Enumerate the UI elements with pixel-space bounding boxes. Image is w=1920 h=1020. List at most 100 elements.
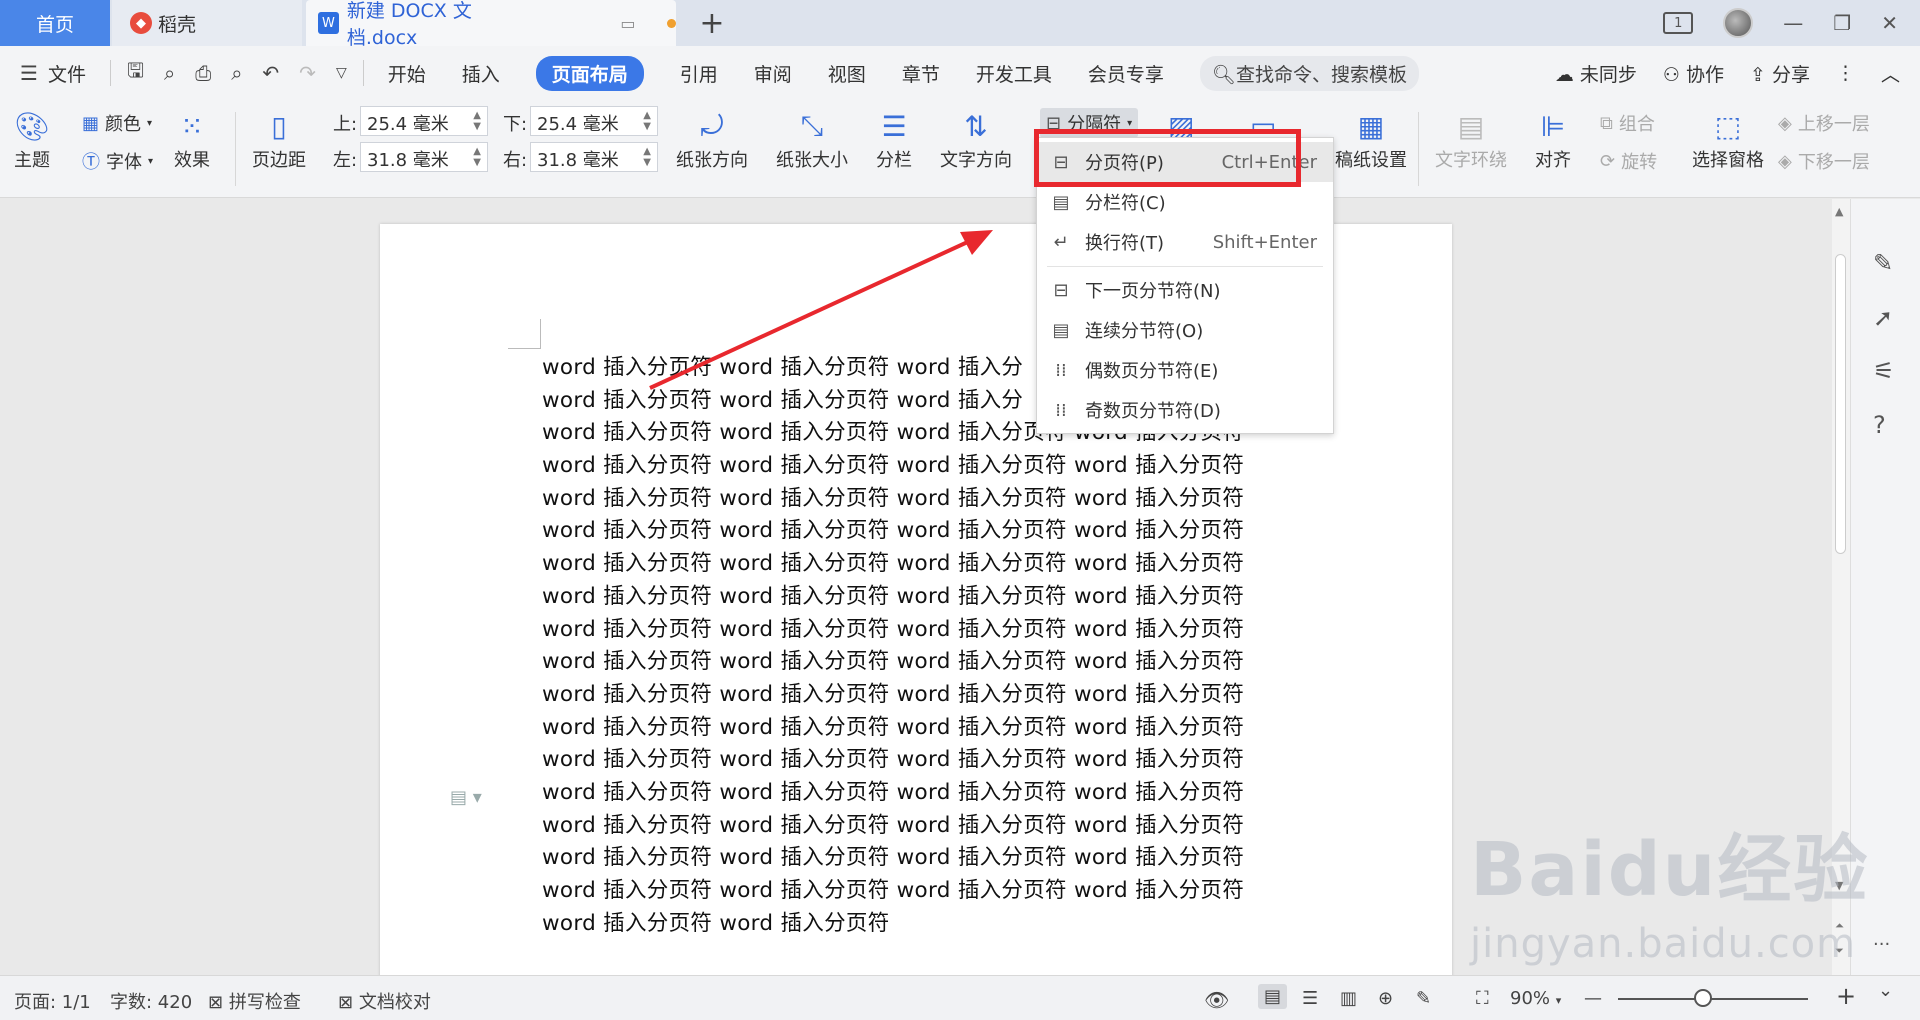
menu-references[interactable]: 引用 [680,60,718,87]
window-count-badge[interactable]: 1 [1663,12,1694,34]
print-preview-icon[interactable]: ⌕ [231,61,242,85]
reading-view-icon[interactable]: ▥ [1340,988,1357,1009]
text-line[interactable]: word 插入分页符 word 插入分页符 word 插入分页符 word 插入… [542,679,1322,712]
save-icon[interactable]: 🖫 [127,56,144,90]
zoom-slider-knob[interactable] [1694,989,1712,1007]
group-button[interactable]: ⧉ 组合 [1600,110,1655,136]
continuous-section-item[interactable]: ▤ 连续分节符(O) [1037,310,1333,350]
close-button[interactable]: ✕ [1881,11,1898,35]
send-backward-button[interactable]: ◈ 下移一层 [1778,148,1870,174]
outline-view-icon[interactable]: ☰ [1302,988,1318,1009]
settings-sliders-icon[interactable]: ⚟ [1873,357,1895,385]
spinner-icon[interactable]: ▲ ▼ [473,110,481,132]
menu-section[interactable]: 章节 [902,60,940,87]
text-line[interactable]: word 插入分页符 word 插入分页符 word 插入分页符 word 插入… [542,614,1322,647]
text-line[interactable]: word 插入分页符 word 插入分页符 word 插入分页符 word 插入… [542,548,1322,581]
line-break-item[interactable]: ↵ 换行符(T) Shift+Enter [1037,222,1333,262]
theme-button[interactable]: 🎨︎ 主题 [14,106,50,172]
zoom-level[interactable]: 90% ▾ [1510,988,1561,1009]
menu-insert[interactable]: 插入 [462,60,500,87]
status-menu-icon[interactable]: ⌄ [1878,980,1893,1001]
zoom-in-button[interactable]: + [1836,982,1856,1010]
scrollbar-thumb[interactable] [1835,254,1846,554]
share-button[interactable]: ⇪ 分享 [1750,60,1810,87]
columns-button[interactable]: ☰ 分栏 [876,106,912,172]
text-line[interactable]: word 插入分页符 word 插入分页符 [542,908,1322,941]
effect-button[interactable]: ⁙ 效果 [174,106,210,172]
text-line[interactable]: word 插入分页符 word 插入分页符 word 插入分页符 word 插入… [542,744,1322,777]
more-dots-icon[interactable]: ··· [1873,934,1890,955]
text-line[interactable]: word 插入分页符 word 插入分页符 word 插入分页符 word 插入… [542,842,1322,875]
sync-status[interactable]: ☁ 未同步 [1555,60,1637,87]
text-direction-button[interactable]: ⇅ 文字方向 [940,106,1012,172]
spinner-icon[interactable]: ▲ ▼ [643,146,651,168]
proofread-button[interactable]: ⊠ 文档校对 [338,988,431,1014]
column-break-item[interactable]: ▤ 分栏符(C) [1037,182,1333,222]
web-view-icon[interactable]: ⊕ [1378,988,1393,1009]
spell-check-button[interactable]: ⊠ 拼写检查 [208,988,301,1014]
restore-button[interactable]: ❐ [1833,11,1851,35]
text-wrap-button[interactable]: ▤ 文字环绕 [1435,106,1507,172]
zoom-out-button[interactable]: — [1584,988,1602,1009]
collaborate-button[interactable]: ⚇ 协作 [1663,60,1724,87]
text-line[interactable]: word 插入分页符 word 插入分页符 word 插入分页符 word 插入… [542,483,1322,516]
tab-home[interactable]: 首页 [0,0,110,46]
tab-document[interactable]: W 新建 DOCX 文档.docx ▭ [306,0,676,49]
manuscript-button[interactable]: ▦ 稿纸设置 [1335,106,1407,172]
text-line[interactable]: word 插入分页符 word 插入分页符 word 插入分页符 word 插入… [542,646,1322,679]
orientation-button[interactable]: ⤾ 纸张方向 [676,106,748,172]
text-line[interactable]: word 插入分页符 word 插入分页符 word 插入分页符 word 插入… [542,581,1322,614]
monitor-icon[interactable]: ▭ [620,14,635,33]
menu-page-layout[interactable]: 页面布局 [535,55,644,91]
document-body[interactable]: word 插入分页符 word 插入分页符 word 插入分 word 插入分页符… [542,352,1322,940]
redo-icon[interactable]: ↷ [299,61,316,85]
text-line[interactable]: word 插入分页符 word 插入分页符 word 插入分页符 word 插入… [542,450,1322,483]
menu-start[interactable]: 开始 [388,60,426,87]
minimize-button[interactable]: — [1783,11,1803,35]
text-line[interactable]: word 插入分页符 word 插入分页符 word 插入分页符 word 插入… [542,712,1322,745]
selection-pane-button[interactable]: ⬚ 选择窗格 [1692,106,1764,172]
menu-developer[interactable]: 开发工具 [976,60,1052,87]
help-icon[interactable]: ? [1873,411,1886,439]
even-page-section-item[interactable]: ⁞⁞ 偶数页分节符(E) [1037,350,1333,390]
tab-daoke[interactable]: ◆ 稻壳 [112,0,302,46]
odd-page-section-item[interactable]: ⁞⁞ 奇数页分节符(D) [1037,390,1333,430]
spinner-icon[interactable]: ▲ ▼ [473,146,481,168]
scroll-up-icon[interactable]: ▲ [1835,205,1843,218]
align-button[interactable]: ⊫ 对齐 [1535,106,1571,172]
new-tab-button[interactable]: + [690,0,734,46]
more-icon[interactable]: ⋮ [1836,62,1855,84]
write-view-icon[interactable]: ✎ [1416,988,1431,1009]
right-margin-field[interactable]: 31.8 毫米 ▲ ▼ [530,142,658,172]
edit-pen-icon[interactable]: ✎ [1873,249,1893,277]
menu-view[interactable]: 视图 [828,60,866,87]
print-icon[interactable]: ⎙ [195,61,211,85]
undo-icon[interactable]: ↶ [262,61,279,85]
text-line[interactable]: word 插入分页符 word 插入分页符 word 插入分页符 word 插入… [542,515,1322,548]
word-count[interactable]: 字数: 420 [110,988,192,1014]
collapse-ribbon-icon[interactable]: ︿ [1881,60,1900,87]
page-count[interactable]: 页面: 1/1 [14,988,91,1014]
menu-review[interactable]: 审阅 [754,60,792,87]
spinner-icon[interactable]: ▲ ▼ [643,110,651,132]
next-page-section-item[interactable]: ⊟ 下一页分节符(N) [1037,270,1333,310]
fit-page-icon[interactable]: ⛶ [1476,988,1489,1009]
text-line[interactable]: word 插入分页符 word 插入分页符 word 插入分页符 word 插入… [542,777,1322,810]
menu-file[interactable]: 文件 [48,60,86,87]
bottom-margin-field[interactable]: 25.4 毫米 ▲ ▼ [530,106,658,136]
bring-forward-button[interactable]: ◈ 上移一层 [1778,110,1870,136]
page-view-icon[interactable]: ▤ [1258,984,1288,1009]
color-button[interactable]: ▦ 颜色 ▾ [82,110,152,136]
hamburger-icon[interactable]: ☰ [20,61,38,85]
left-margin-field[interactable]: 31.8 毫米 ▲ ▼ [360,142,488,172]
paper-size-button[interactable]: ⤡ 纸张大小 [776,106,848,172]
format-painter-icon[interactable]: ⌕ [164,61,175,85]
customize-chevron-icon[interactable]: ▽ [336,65,347,81]
select-cursor-icon[interactable]: ➚ [1873,304,1893,332]
font-button[interactable]: Ⓣ 字体 ▾ [82,148,153,174]
command-search-box[interactable]: 🔍︎查找命令、搜索模板 [1199,55,1419,91]
eye-protection-icon[interactable]: 👁︎ [1204,988,1229,1012]
menu-member[interactable]: 会员专享 [1088,60,1164,87]
text-line[interactable]: word 插入分页符 word 插入分页符 word 插入分页符 word 插入… [542,810,1322,843]
text-line[interactable]: word 插入分页符 word 插入分页符 word 插入分页符 word 插入… [542,875,1322,908]
